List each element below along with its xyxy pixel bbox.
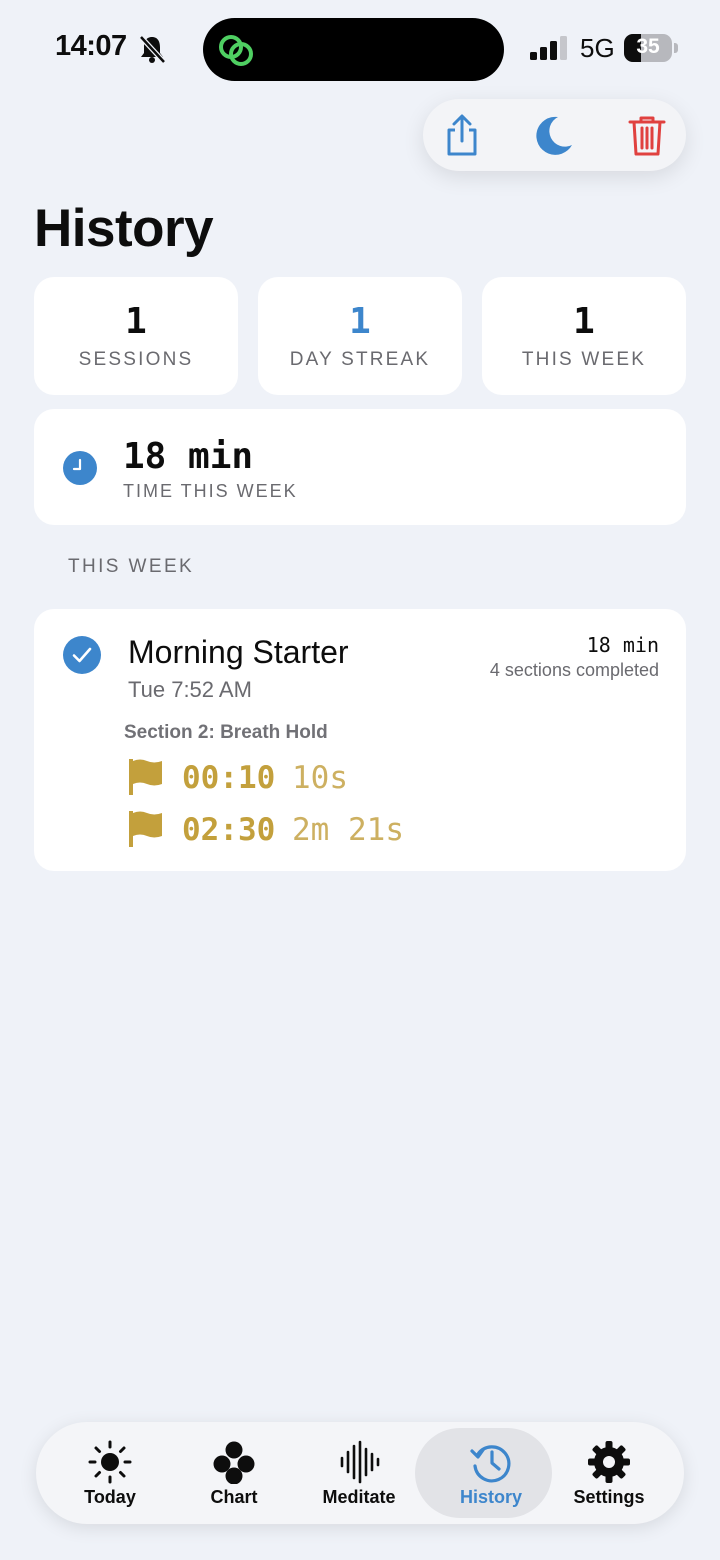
- flag-icon: [129, 759, 162, 795]
- gear-icon: [588, 1441, 630, 1483]
- stat-value: 1: [125, 301, 147, 342]
- tab-label: Settings: [573, 1487, 645, 1507]
- time-this-week-value: 18 min: [123, 436, 254, 477]
- session-summary: 4 sections completed: [489, 660, 659, 680]
- dots-icon: [213, 1441, 255, 1484]
- network-type: 5G: [580, 33, 615, 63]
- tab-meditate[interactable]: Meditate: [297, 1422, 421, 1524]
- tab-label: Meditate: [322, 1487, 396, 1507]
- share-icon[interactable]: [440, 113, 484, 157]
- tab-history[interactable]: History: [415, 1422, 553, 1524]
- time-this-week-label: TIME THIS WEEK: [123, 481, 298, 501]
- mark-time: 02:30: [182, 812, 276, 848]
- bell-slash-icon: [139, 35, 166, 64]
- battery-icon: 35: [624, 34, 680, 62]
- section-label: Section 2: Breath Hold: [124, 722, 328, 743]
- tab-bar: Today Chart Meditate History Settings: [36, 1422, 684, 1524]
- session-duration: 18 min: [586, 633, 659, 657]
- mark-duration: 2m 21s: [292, 812, 404, 848]
- tab-label: Chart: [210, 1487, 258, 1507]
- section-header: THIS WEEK: [68, 556, 195, 577]
- stat-value: 1: [573, 301, 595, 342]
- stat-card-sessions: 1 SESSIONS: [34, 277, 238, 395]
- tab-label: Today: [84, 1487, 136, 1507]
- trash-icon[interactable]: [625, 113, 669, 157]
- stat-card-this-week: 1 THIS WEEK: [482, 277, 686, 395]
- mark-duration: 10s: [292, 760, 348, 796]
- stat-card-day-streak: 1 DAY STREAK: [258, 277, 462, 395]
- stat-label: DAY STREAK: [289, 349, 431, 370]
- waveform-icon: [340, 1440, 380, 1484]
- mark-time: 00:10: [182, 760, 276, 796]
- link-rings-icon: [219, 35, 253, 66]
- stat-label: SESSIONS: [78, 349, 194, 370]
- tab-today[interactable]: Today: [48, 1422, 172, 1524]
- moon-icon[interactable]: [532, 113, 576, 157]
- page-title: History: [34, 199, 214, 258]
- clock-icon: [63, 451, 97, 485]
- session-name: Morning Starter: [128, 634, 349, 670]
- tab-chart[interactable]: Chart: [172, 1422, 296, 1524]
- flag-icon: [129, 811, 162, 847]
- session-date: Tue 7:52 AM: [128, 677, 252, 702]
- battery-level: 35: [636, 35, 660, 58]
- tab-label: History: [459, 1487, 522, 1507]
- stat-label: THIS WEEK: [521, 349, 647, 370]
- checkmark-circle-icon: [63, 636, 101, 674]
- sun-icon: [88, 1440, 132, 1484]
- tab-settings[interactable]: Settings: [547, 1422, 671, 1524]
- status-time: 14:07: [55, 30, 127, 62]
- stat-value: 1: [349, 301, 371, 342]
- history-icon: [470, 1445, 511, 1483]
- cellular-signal-icon: [530, 36, 567, 60]
- toolbar-actions: [423, 99, 686, 171]
